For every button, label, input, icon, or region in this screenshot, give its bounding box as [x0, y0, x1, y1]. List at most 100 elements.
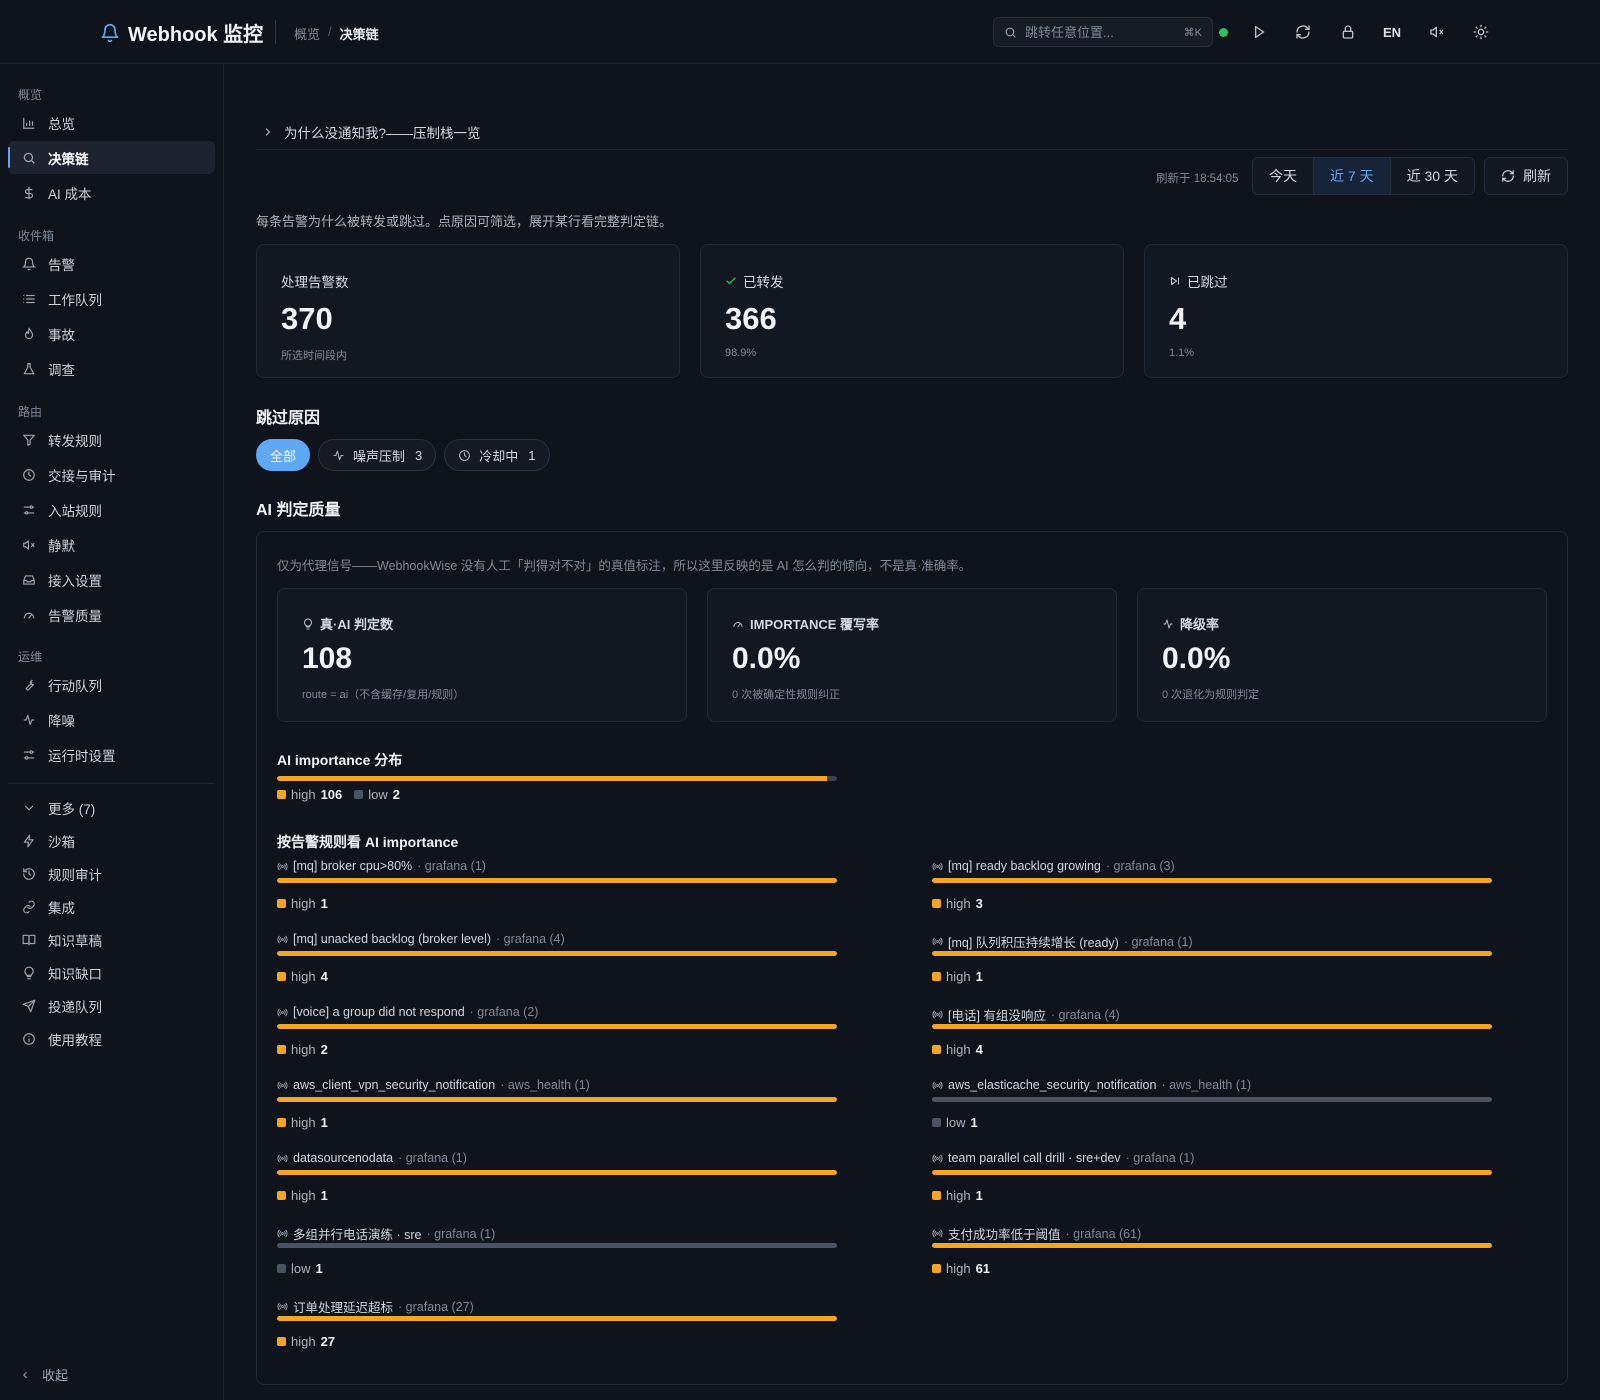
legend-level: low [946, 1115, 966, 1130]
ai-card-label: 真·AI 判定数 [320, 617, 393, 632]
legend-count: 1 [315, 1261, 323, 1276]
rule-bar [932, 1097, 1492, 1102]
sidebar-item-label: 知识缺口 [48, 966, 102, 982]
rule-name-text: [mq] ready backlog growing [948, 859, 1101, 873]
range-7d-button[interactable]: 近 7 天 [1314, 158, 1391, 194]
sidebar-item-label: 接入设置 [48, 573, 102, 589]
legend-high-count: 106 [320, 787, 343, 802]
legend-level: high [946, 896, 971, 911]
sidebar-item-knowledge-drafts[interactable]: 知识草稿 [8, 923, 215, 956]
sidebar-item-tutorial[interactable]: 使用教程 [8, 1022, 215, 1055]
sidebar-item-inbound-rules[interactable]: 入站规则 [8, 493, 215, 526]
rule-name: [mq] ready backlog growing · grafana (3) [932, 859, 1175, 873]
sidebar-item-ingest-settings[interactable]: 接入设置 [8, 563, 215, 596]
sidebar-item-investigations[interactable]: 调查 [8, 352, 215, 385]
divider [275, 20, 276, 44]
rule-source: · grafana (1) [426, 1226, 496, 1241]
stat-card-skipped: 已跳过 4 1.1% [1144, 244, 1568, 378]
search-input[interactable] [1025, 24, 1175, 40]
rule-bar [277, 1097, 837, 1102]
sidebar-item-silence[interactable]: 静默 [8, 528, 215, 561]
rule-importance-row: aws_elasticache_security_notification · a… [932, 1078, 1492, 1140]
rule-bar-fill-high [932, 951, 1492, 956]
rule-bar [277, 1024, 837, 1029]
ai-quality-heading: AI 判定质量 [256, 502, 341, 519]
rule-legend: high 4 [932, 1042, 983, 1057]
sidebar-item-knowledge-gaps[interactable]: 知识缺口 [8, 956, 215, 989]
activity-icon [1163, 619, 1173, 628]
ai-card-decisions: 真·AI 判定数 108 route = ai（不含缓存/复用/规则） [277, 588, 687, 722]
app-title: Webhook 监控 [128, 24, 264, 46]
sidebar-item-work-queue[interactable]: 工作队列 [8, 282, 215, 315]
broadcast-icon [277, 1302, 288, 1311]
sidebar-more-toggle[interactable]: 更多 (7) [8, 791, 215, 824]
sidebar-collapse-button[interactable]: 收起 [20, 1365, 68, 1384]
sidebar-item-delivery-queue[interactable]: 投递队列 [8, 989, 215, 1022]
rule-name: [mq] broker cpu>80% · grafana (1) [277, 859, 486, 873]
rule-name: [电话] 有组没响应 · grafana (4) [932, 1005, 1120, 1024]
sidebar-item-label: 总览 [48, 116, 75, 132]
rule-legend: high 2 [277, 1042, 328, 1057]
sidebar-item-sandbox[interactable]: 沙箱 [8, 824, 215, 857]
suppression-stack-toggle[interactable]: 为什么没通知我?——压制栈一览 [256, 114, 1568, 150]
rule-name-text: [mq] unacked backlog (broker level) [293, 932, 492, 946]
range-30d-button[interactable]: 近 30 天 [1390, 158, 1474, 194]
sidebar-item-ai-cost[interactable]: AI 成本 [8, 176, 215, 209]
sidebar-item-label: 决策链 [48, 151, 89, 167]
reload-button[interactable] [1291, 20, 1315, 44]
rule-bar [277, 1316, 837, 1321]
sidebar-item-decision-chain[interactable]: 决策链 [8, 141, 215, 174]
sidebar-item-action-queue[interactable]: 行动队列 [8, 668, 215, 701]
sidebar-item-incidents[interactable]: 事故 [8, 317, 215, 350]
rule-bar-fill-high [277, 1316, 837, 1321]
refresh-icon [1502, 170, 1514, 182]
play-button[interactable] [1247, 20, 1271, 44]
flame-icon [24, 327, 34, 339]
sidebar-item-overview[interactable]: 总览 [8, 106, 215, 139]
mute-button[interactable] [1425, 20, 1449, 44]
rule-bar-fill-low [932, 1097, 1492, 1102]
sliders-icon [23, 749, 35, 760]
lock-button[interactable] [1336, 20, 1360, 44]
rule-name-text: [voice] a group did not respond [293, 1005, 465, 1019]
bell-icon [101, 23, 119, 42]
distribution-bar-high [277, 776, 827, 781]
rule-legend: high 1 [932, 1188, 983, 1203]
rule-name-text: aws_elasticache_security_notification [948, 1078, 1157, 1092]
legend-swatch-high [277, 1045, 286, 1054]
stat-label: 处理告警数 [281, 275, 349, 290]
sidebar-item-label: 集成 [48, 900, 75, 916]
sidebar-item-alert-quality[interactable]: 告警质量 [8, 598, 215, 631]
rule-source: · aws_health (1) [1161, 1078, 1252, 1092]
stat-value: 370 [281, 301, 333, 336]
sidebar-item-runtime-settings[interactable]: 运行时设置 [8, 738, 215, 771]
chip-all[interactable]: 全部 [256, 439, 311, 471]
sidebar-item-noise-reduction[interactable]: 降噪 [8, 703, 215, 736]
rule-legend: high 3 [932, 896, 983, 911]
rule-bar-fill-high [932, 878, 1492, 883]
theme-toggle[interactable] [1469, 20, 1493, 44]
chip-noise-suppressed[interactable]: 噪声压制 3 [318, 439, 437, 471]
sidebar-item-label: 告警 [48, 257, 75, 273]
refresh-button[interactable]: 刷新 [1484, 157, 1568, 195]
language-toggle[interactable]: EN [1380, 20, 1404, 44]
bell-icon [22, 257, 36, 270]
sidebar-item-alerts[interactable]: 告警 [8, 247, 215, 280]
rule-bar [932, 878, 1492, 883]
breadcrumb-parent[interactable]: 概览 [294, 24, 320, 43]
search-box[interactable]: ⌘K [993, 17, 1213, 47]
sun-icon [1473, 24, 1489, 40]
distribution-title: AI importance 分布 [277, 752, 403, 768]
sidebar-item-rule-audit[interactable]: 规则审计 [8, 857, 215, 890]
range-today-button[interactable]: 今天 [1253, 158, 1314, 194]
broadcast-icon [277, 1229, 288, 1238]
sidebar-item-handover-audit[interactable]: 交接与审计 [8, 458, 215, 491]
legend-low: low 2 [354, 787, 400, 802]
distribution-legend: high 106 low 2 [277, 787, 400, 802]
rule-importance-row: [voice] a group did not respond · grafana… [277, 1005, 837, 1067]
by-rule-title: 按告警规则看 AI importance [277, 834, 459, 850]
chip-cooldown[interactable]: 冷却中 1 [444, 439, 550, 471]
sidebar-item-forward-rules[interactable]: 转发规则 [8, 423, 215, 456]
rule-importance-row: [mq] unacked backlog (broker level) · gra… [277, 932, 837, 994]
sidebar-item-integrations[interactable]: 集成 [8, 890, 215, 923]
